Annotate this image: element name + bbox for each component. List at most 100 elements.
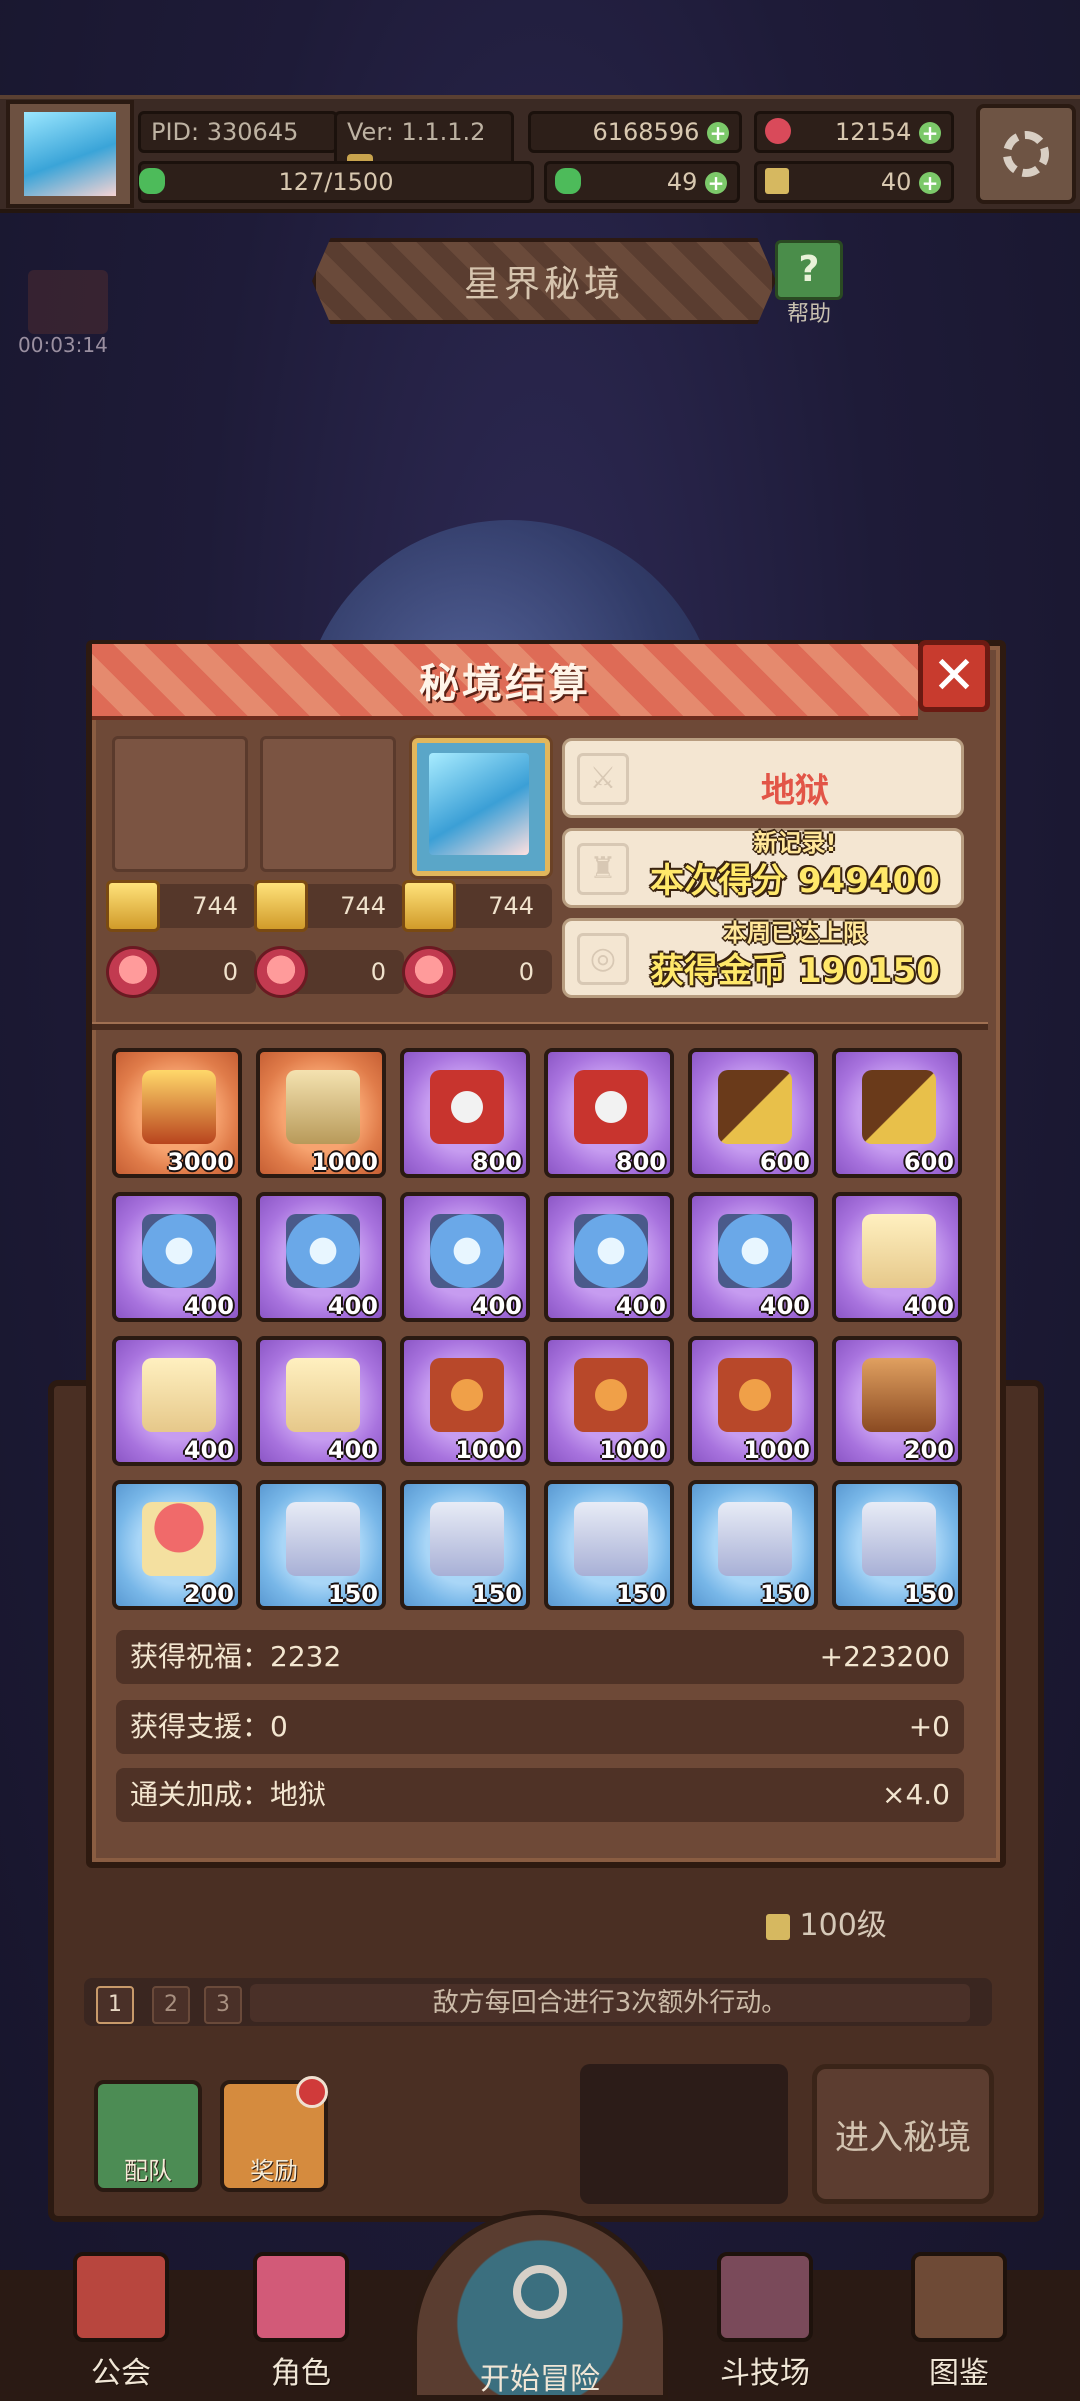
team-slot-1 <box>112 736 248 872</box>
team-slot-hero <box>412 738 550 876</box>
nav-guild[interactable]: 公会 <box>46 2252 196 2398</box>
reward-quantity: 400 <box>183 1292 234 1320</box>
player-avatar[interactable] <box>6 100 134 208</box>
stage-tab-3[interactable]: 3 <box>204 1986 242 2024</box>
close-button[interactable]: ✕ <box>918 640 990 712</box>
settings-button[interactable] <box>976 104 1076 204</box>
reward-item[interactable]: 400 <box>832 1192 962 1322</box>
team-button[interactable]: 配队 <box>94 2080 202 2192</box>
codex-book-icon <box>911 2252 1007 2342</box>
scroll-icon <box>286 1358 360 1432</box>
coin-outline-icon: ◎ <box>577 933 629 985</box>
nav-arena[interactable]: 斗技场 <box>690 2252 840 2398</box>
guild-house-icon <box>73 2252 169 2342</box>
support-value: +0 <box>908 1710 950 1743</box>
reward-item[interactable]: 400 <box>400 1192 530 1322</box>
stage-tab-2[interactable]: 2 <box>152 1986 190 2024</box>
nav-codex[interactable]: 图鉴 <box>884 2252 1034 2398</box>
gift-icon[interactable] <box>28 270 108 334</box>
stage-tab-1[interactable]: 1 <box>96 1986 134 2024</box>
add-heart-icon[interactable]: + <box>919 122 941 144</box>
summary-bonus: 通关加成：地狱 ×4.0 <box>116 1768 964 1822</box>
gold-crown-icon <box>254 880 308 932</box>
gold-stat-2: 744 <box>254 880 404 932</box>
reward-item[interactable]: 150 <box>688 1480 818 1610</box>
potion-jar-icon <box>718 1502 792 1576</box>
reward-item[interactable]: 400 <box>256 1336 386 1466</box>
summary-support: 获得支援：0 +0 <box>116 1700 964 1754</box>
heart-counter: 12154 + <box>754 111 954 153</box>
gold-counter: 6168596 + <box>528 111 742 153</box>
reward-quantity: 400 <box>327 1436 378 1464</box>
reward-quantity: 3000 <box>167 1148 234 1176</box>
summary-blessing: 获得祝福：2232 +223200 <box>116 1630 964 1684</box>
reward-item[interactable]: 400 <box>544 1192 674 1322</box>
add-key-icon[interactable]: + <box>919 172 941 194</box>
add-clover-icon[interactable]: + <box>705 172 727 194</box>
map-scroll-icon <box>286 1070 360 1144</box>
bonus-value: ×4.0 <box>882 1778 950 1811</box>
reward-item[interactable]: 800 <box>400 1048 530 1178</box>
clover-counter: 49 + <box>544 161 740 203</box>
empty-slot <box>580 2064 788 2204</box>
crossed-swords-icon <box>717 2252 813 2342</box>
pink-stat-3: 0 <box>402 946 552 998</box>
reward-item[interactable]: 1000 <box>400 1336 530 1466</box>
level-requirement: 100级 <box>766 1900 887 1944</box>
reward-quantity: 150 <box>759 1580 810 1608</box>
page-title-banner: 星界秘境 <box>312 238 776 324</box>
reward-item[interactable]: 600 <box>688 1048 818 1178</box>
score-card: ♜ 新记录! 本次得分 949400 <box>562 828 964 908</box>
treasure-pouch-icon <box>574 1358 648 1432</box>
reward-item[interactable]: 150 <box>256 1480 386 1610</box>
gold-crown-icon <box>402 880 456 932</box>
reward-item[interactable]: 800 <box>544 1048 674 1178</box>
reward-item[interactable]: 400 <box>688 1192 818 1322</box>
reward-item[interactable]: 1000 <box>256 1048 386 1178</box>
reward-quantity: 150 <box>903 1580 954 1608</box>
reward-item[interactable]: 400 <box>112 1336 242 1466</box>
reward-item[interactable]: 200 <box>832 1336 962 1466</box>
enter-realm-button[interactable]: 进入秘境 <box>812 2064 994 2204</box>
pid-label: PID: 330645 <box>138 111 338 153</box>
reward-item[interactable]: 200 <box>112 1480 242 1610</box>
key-icon <box>765 168 789 194</box>
gear-icon <box>1003 131 1049 177</box>
help-label: 帮助 <box>786 302 831 327</box>
modal-divider <box>92 1022 988 1030</box>
reward-item[interactable]: 400 <box>112 1192 242 1322</box>
reward-quantity: 600 <box>903 1148 954 1176</box>
team-label: 配队 <box>124 2157 172 2185</box>
crystal-orb-icon <box>286 1214 360 1288</box>
team-slot-2 <box>260 736 396 872</box>
mushroom-icon <box>142 1502 216 1576</box>
pink-stat-2: 0 <box>254 946 404 998</box>
reward-item[interactable]: 150 <box>544 1480 674 1610</box>
reward-item[interactable]: 600 <box>832 1048 962 1178</box>
potion-jar-icon <box>574 1502 648 1576</box>
help-button[interactable]: ? 帮助 <box>772 240 846 327</box>
reward-quantity: 400 <box>759 1292 810 1320</box>
magnifier-icon <box>513 2265 567 2319</box>
treasure-pouch-icon <box>718 1358 792 1432</box>
spyglass-icon <box>862 1070 936 1144</box>
question-icon: ? <box>775 240 843 300</box>
reward-item[interactable]: 3000 <box>112 1048 242 1178</box>
crystal-orb-icon <box>430 1214 504 1288</box>
reward-item[interactable]: 1000 <box>688 1336 818 1466</box>
add-gold-icon[interactable]: + <box>707 122 729 144</box>
clover-icon <box>139 168 165 194</box>
pink-stat-1: 0 <box>106 946 256 998</box>
reward-item[interactable]: 150 <box>832 1480 962 1610</box>
gold-stat-3: 744 <box>402 880 552 932</box>
reward-item[interactable]: 150 <box>400 1480 530 1610</box>
reward-item[interactable]: 1000 <box>544 1336 674 1466</box>
blessing-value: +223200 <box>819 1640 950 1673</box>
hero-portrait <box>429 753 529 855</box>
nav-character[interactable]: 角色 <box>226 2252 376 2398</box>
scroll-icon <box>862 1214 936 1288</box>
event-timer: 00:03:14 <box>18 333 108 357</box>
reward-item[interactable]: 400 <box>256 1192 386 1322</box>
reward-quantity: 400 <box>615 1292 666 1320</box>
spyglass-icon <box>718 1070 792 1144</box>
